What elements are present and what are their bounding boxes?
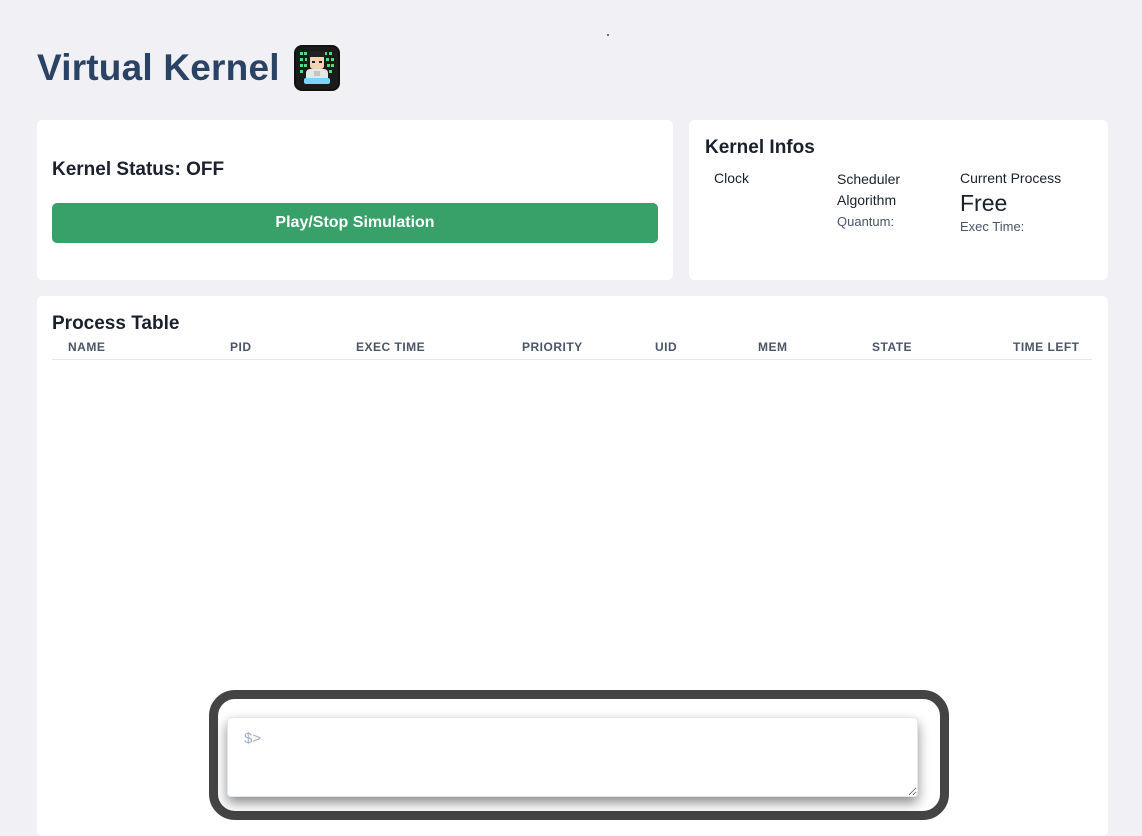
column-header-state: STATE <box>872 340 913 354</box>
header: Virtual Kernel <box>37 44 340 92</box>
kernel-infos-card: Kernel Infos Clock Scheduler Algorithm Q… <box>689 120 1108 280</box>
current-process-value: Free <box>960 190 1008 216</box>
column-header-uid: UID <box>655 340 678 354</box>
current-process-column: Current Process Free Exec Time: <box>960 170 1061 234</box>
algorithm-label: Algorithm <box>837 192 897 208</box>
kernel-status-text: Kernel Status: OFF <box>52 159 225 180</box>
current-process-label: Current Process <box>960 170 1062 186</box>
column-header-name: NAME <box>68 340 106 354</box>
process-table-title: Process Table <box>52 313 180 334</box>
column-header-pid: PID <box>230 340 252 354</box>
quantum-label: Quantum: <box>837 214 895 229</box>
column-header-exec-time: EXEC TIME <box>356 340 426 354</box>
clock-label: Clock <box>714 170 750 186</box>
decorative-dot <box>607 34 609 36</box>
scheduler-column: Scheduler Algorithm Quantum: <box>837 169 937 232</box>
process-table-header: NAME PID EXEC TIME PRIORITY UID MEM STAT… <box>52 340 1092 360</box>
column-header-time-left: TIME LEFT <box>1013 340 1080 354</box>
scheduler-label: Scheduler <box>837 171 901 187</box>
kernel-status-card: Kernel Status: OFF Play/Stop Simulation <box>37 120 673 280</box>
terminal-input[interactable] <box>227 717 918 797</box>
exec-time-label: Exec Time: <box>960 219 1025 234</box>
hacker-emoji-icon <box>293 45 340 91</box>
column-header-mem: MEM <box>758 340 788 354</box>
column-header-priority: PRIORITY <box>522 340 583 354</box>
page-title: Virtual Kernel <box>37 47 280 88</box>
clock-column: Clock <box>714 170 749 186</box>
play-stop-simulation-button[interactable]: Play/Stop Simulation <box>52 203 658 243</box>
kernel-infos-title: Kernel Infos <box>705 137 815 158</box>
